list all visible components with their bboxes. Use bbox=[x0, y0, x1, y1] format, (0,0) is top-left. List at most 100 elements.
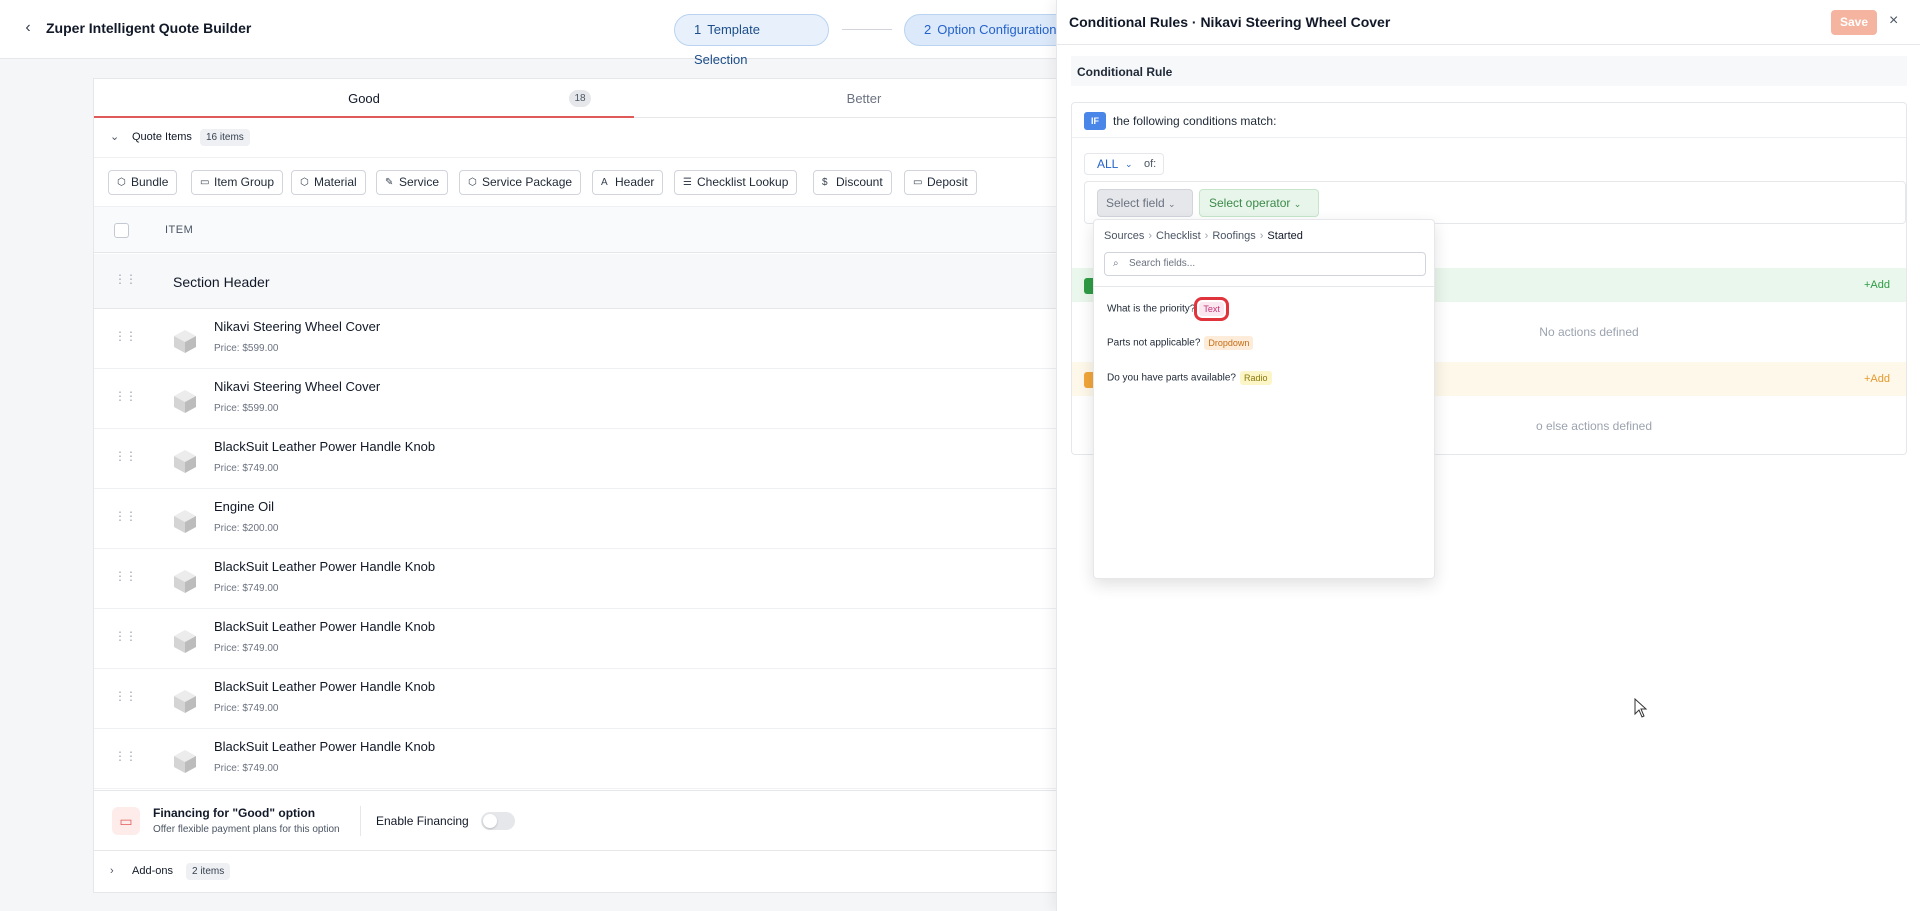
folder-icon: ▭ bbox=[200, 177, 210, 188]
button-label: Bundle bbox=[131, 175, 169, 189]
select-operator-dropdown[interactable]: Select operator ⌄ bbox=[1199, 189, 1319, 217]
chevron-down-icon[interactable]: ⌄ bbox=[110, 130, 119, 143]
item-price: Price: $749.00 bbox=[214, 583, 279, 594]
drag-handle-icon[interactable]: ⋮⋮ bbox=[114, 450, 137, 462]
add-item-group-button[interactable]: ▭ Item Group bbox=[191, 170, 284, 195]
divider bbox=[1094, 286, 1434, 287]
step-connector bbox=[842, 29, 892, 30]
field-option-label: Do you have parts available? bbox=[1107, 372, 1236, 384]
item-price: Price: $749.00 bbox=[214, 763, 279, 774]
chevron-right-icon[interactable]: › bbox=[110, 865, 114, 877]
item-name: Engine Oil bbox=[214, 499, 274, 514]
search-icon: ⌕ bbox=[1113, 258, 1119, 269]
credit-card-icon: ▭ bbox=[112, 807, 140, 835]
add-then-action-button[interactable]: +Add bbox=[1864, 279, 1890, 291]
match-mode-value: ALL bbox=[1097, 157, 1119, 171]
tab-better[interactable]: Better bbox=[634, 79, 1094, 118]
product-cube-icon bbox=[174, 750, 196, 773]
table-row[interactable]: ⋮⋮ BlackSuit Leather Power Handle Knob P… bbox=[94, 729, 1092, 789]
chevron-down-icon: ⌄ bbox=[1168, 199, 1176, 209]
table-row[interactable]: ⋮⋮ BlackSuit Leather Power Handle Knob P… bbox=[94, 429, 1092, 489]
item-name: BlackSuit Leather Power Handle Knob bbox=[214, 559, 436, 574]
table-row[interactable]: ⋮⋮ Engine Oil Price: $200.00 bbox=[94, 489, 1092, 549]
button-label: Item Group bbox=[214, 175, 275, 189]
add-discount-button[interactable]: $ Discount bbox=[813, 170, 892, 195]
table-row[interactable]: ⋮⋮ Nikavi Steering Wheel Cover Price: $5… bbox=[94, 309, 1092, 369]
step-number: 1 bbox=[694, 22, 702, 37]
condition-row: Select field ⌄ Select operator ⌄ bbox=[1084, 181, 1906, 224]
add-deposit-button[interactable]: ▭ Deposit bbox=[904, 170, 977, 195]
search-fields-input[interactable]: ⌕ Search fields... bbox=[1104, 252, 1426, 276]
dollar-icon: $ bbox=[822, 177, 828, 188]
drag-handle-icon[interactable]: ⋮⋮ bbox=[114, 570, 137, 582]
item-name: BlackSuit Leather Power Handle Knob bbox=[214, 439, 436, 454]
addons-header[interactable]: › Add-ons 2 items bbox=[94, 851, 1092, 893]
tab-good[interactable]: Good 18 bbox=[94, 79, 634, 118]
tab-label: Better bbox=[846, 91, 882, 106]
chevron-right-icon: › bbox=[1148, 230, 1153, 242]
chevron-down-icon: ⌄ bbox=[1293, 199, 1302, 209]
table-row[interactable]: ⋮⋮ Nikavi Steering Wheel Cover Price: $5… bbox=[94, 369, 1092, 429]
button-label: Discount bbox=[836, 175, 883, 189]
quote-items-count-badge: 16 items bbox=[200, 129, 250, 146]
drag-handle-icon[interactable]: ⋮⋮ bbox=[114, 630, 137, 642]
button-label: Service bbox=[399, 175, 440, 189]
item-price: Price: $749.00 bbox=[214, 463, 279, 474]
field-option[interactable]: What is the priority? Text bbox=[1107, 297, 1229, 321]
table-row[interactable]: ⋮⋮ BlackSuit Leather Power Handle Knob P… bbox=[94, 609, 1092, 669]
back-arrow-icon[interactable]: ‹ bbox=[18, 18, 38, 38]
quote-option-card: Good 18 Better ⌄ Quote Items 16 items ⬡ B… bbox=[93, 78, 1093, 893]
item-price: Price: $599.00 bbox=[214, 403, 279, 414]
step-label: Option Configuration bbox=[937, 22, 1057, 37]
breadcrumb-item[interactable]: Sources bbox=[1104, 230, 1144, 242]
quote-items-header[interactable]: ⌄ Quote Items 16 items bbox=[94, 118, 1092, 158]
product-cube-icon bbox=[174, 450, 196, 473]
add-checklist-lookup-button[interactable]: ☰ Checklist Lookup bbox=[674, 170, 798, 195]
drag-handle-icon[interactable]: ⋮⋮ bbox=[114, 330, 137, 342]
financing-subtitle: Offer flexible payment plans for this op… bbox=[153, 824, 340, 835]
drag-handle-icon[interactable]: ⋮⋮ bbox=[114, 750, 137, 762]
enable-financing-toggle[interactable] bbox=[481, 812, 515, 830]
section-header-row[interactable]: ⋮⋮ Section Header bbox=[94, 254, 1092, 309]
breadcrumb-item[interactable]: Checklist bbox=[1156, 230, 1201, 242]
field-option[interactable]: Parts not applicable? Dropdown bbox=[1107, 336, 1254, 350]
field-option[interactable]: Do you have parts available? Radio bbox=[1107, 371, 1272, 385]
mouse-cursor-icon bbox=[1634, 698, 1648, 718]
table-row[interactable]: ⋮⋮ BlackSuit Leather Power Handle Knob P… bbox=[94, 669, 1092, 729]
no-else-label: o else actions defined bbox=[1535, 419, 1653, 433]
drag-handle-icon[interactable]: ⋮⋮ bbox=[114, 690, 137, 702]
item-price: Price: $599.00 bbox=[214, 343, 279, 354]
field-dropdown: Sources › Checklist › Roofings › Started ⌕ Sear… bbox=[1093, 219, 1435, 579]
close-icon[interactable]: × bbox=[1889, 12, 1898, 30]
breadcrumb-item: Started bbox=[1267, 230, 1303, 242]
select-field-dropdown[interactable]: Select field ⌄ bbox=[1097, 189, 1193, 217]
add-header-button[interactable]: A Header bbox=[592, 170, 664, 195]
if-text: the following conditions match: bbox=[1113, 114, 1277, 128]
step-template-selection[interactable]: 1 Template Selection bbox=[674, 14, 829, 67]
add-else-action-button[interactable]: +Add bbox=[1864, 373, 1890, 385]
addons-label: Add-ons bbox=[132, 865, 173, 877]
select-all-checkbox[interactable] bbox=[114, 223, 129, 238]
add-service-package-button[interactable]: ⬡ Service Package bbox=[459, 170, 582, 195]
drag-handle-icon[interactable]: ⋮⋮ bbox=[114, 390, 137, 402]
add-bundle-button[interactable]: ⬡ Bundle bbox=[108, 170, 178, 195]
match-mode-select[interactable]: ALL ⌄ of: bbox=[1084, 153, 1164, 175]
breadcrumb-item[interactable]: Roofings bbox=[1212, 230, 1255, 242]
option-tabs: Good 18 Better bbox=[94, 79, 1092, 118]
column-item: ITEM bbox=[165, 224, 194, 236]
table-row[interactable]: ⋮⋮ BlackSuit Leather Power Handle Knob P… bbox=[94, 549, 1092, 609]
add-material-button[interactable]: ⬡ Material bbox=[291, 170, 366, 195]
select-operator-label: Select operator bbox=[1209, 196, 1291, 210]
add-service-button[interactable]: ✎ Service bbox=[376, 170, 449, 195]
drag-handle-icon[interactable]: ⋮⋮ bbox=[114, 510, 137, 522]
drag-handle-icon[interactable]: ⋮⋮ bbox=[114, 273, 137, 285]
enable-financing-label: Enable Financing bbox=[376, 814, 469, 828]
addons-count-badge: 2 items bbox=[186, 863, 231, 880]
button-label: Checklist Lookup bbox=[697, 175, 789, 189]
checklist-icon: ☰ bbox=[683, 177, 692, 188]
save-button[interactable]: Save bbox=[1831, 10, 1877, 35]
item-name: BlackSuit Leather Power Handle Knob bbox=[214, 739, 436, 754]
wrench-icon: ✎ bbox=[385, 177, 394, 188]
financing-row: ▭ Financing for "Good" option Offer flex… bbox=[94, 790, 1092, 851]
item-price: Price: $749.00 bbox=[214, 643, 279, 654]
